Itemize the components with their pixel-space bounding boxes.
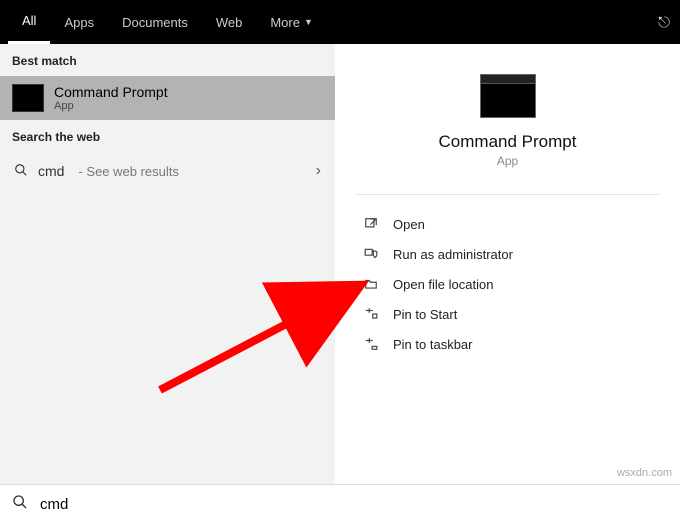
- tab-all[interactable]: All: [8, 0, 50, 44]
- pin-taskbar-icon: [363, 336, 379, 352]
- action-open[interactable]: Open: [355, 209, 660, 239]
- folder-icon: [363, 276, 379, 292]
- shield-icon: [363, 246, 379, 262]
- feedback-icon[interactable]: ⎋: [658, 14, 670, 31]
- action-pin-taskbar-label: Pin to taskbar: [393, 337, 473, 352]
- preview-panel: Command Prompt App Open Run as administr…: [335, 44, 680, 484]
- actions-list: Open Run as administrator Open file loca…: [335, 195, 680, 373]
- results-panel: Best match Command Prompt App Search the…: [0, 44, 335, 484]
- pin-start-icon: [363, 306, 379, 322]
- search-icon: [12, 494, 28, 515]
- web-result-hint: - See web results: [78, 164, 178, 179]
- main-area: Best match Command Prompt App Search the…: [0, 44, 680, 484]
- action-open-location-label: Open file location: [393, 277, 493, 292]
- search-bar: [0, 484, 680, 523]
- web-result-query: cmd: [38, 163, 64, 179]
- preview-header: Command Prompt App: [355, 74, 660, 195]
- action-open-location[interactable]: Open file location: [355, 269, 660, 299]
- best-match-subtitle: App: [54, 100, 168, 112]
- preview-title: Command Prompt: [439, 132, 577, 152]
- command-prompt-large-icon: [480, 74, 536, 118]
- filter-tabs: All Apps Documents Web More ▼: [8, 0, 327, 44]
- tab-apps[interactable]: Apps: [50, 0, 108, 44]
- best-match-title: Command Prompt: [54, 84, 168, 100]
- action-run-admin[interactable]: Run as administrator: [355, 239, 660, 269]
- search-web-header: Search the web: [0, 120, 335, 152]
- action-pin-start[interactable]: Pin to Start: [355, 299, 660, 329]
- command-prompt-icon: [12, 84, 44, 112]
- preview-subtitle: App: [497, 154, 518, 168]
- tab-more[interactable]: More ▼: [256, 0, 327, 44]
- search-input[interactable]: [40, 496, 668, 513]
- action-pin-start-label: Pin to Start: [393, 307, 457, 322]
- watermark: wsxdn.com: [617, 467, 672, 479]
- tab-documents[interactable]: Documents: [108, 0, 202, 44]
- action-open-label: Open: [393, 217, 425, 232]
- tab-web[interactable]: Web: [202, 0, 257, 44]
- action-run-admin-label: Run as administrator: [393, 247, 513, 262]
- top-right-controls: ⎋: [658, 0, 670, 44]
- chevron-down-icon: ▼: [304, 17, 313, 27]
- search-icon: [14, 163, 28, 180]
- best-match-text: Command Prompt App: [54, 84, 168, 112]
- best-match-result[interactable]: Command Prompt App: [0, 76, 335, 120]
- best-match-header: Best match: [0, 44, 335, 76]
- chevron-right-icon: ›: [316, 162, 321, 180]
- action-pin-taskbar[interactable]: Pin to taskbar: [355, 329, 660, 359]
- web-result-row[interactable]: cmd - See web results ›: [0, 152, 335, 190]
- top-filter-bar: All Apps Documents Web More ▼ ⎋: [0, 0, 680, 44]
- tab-more-label: More: [270, 15, 300, 30]
- open-icon: [363, 216, 379, 232]
